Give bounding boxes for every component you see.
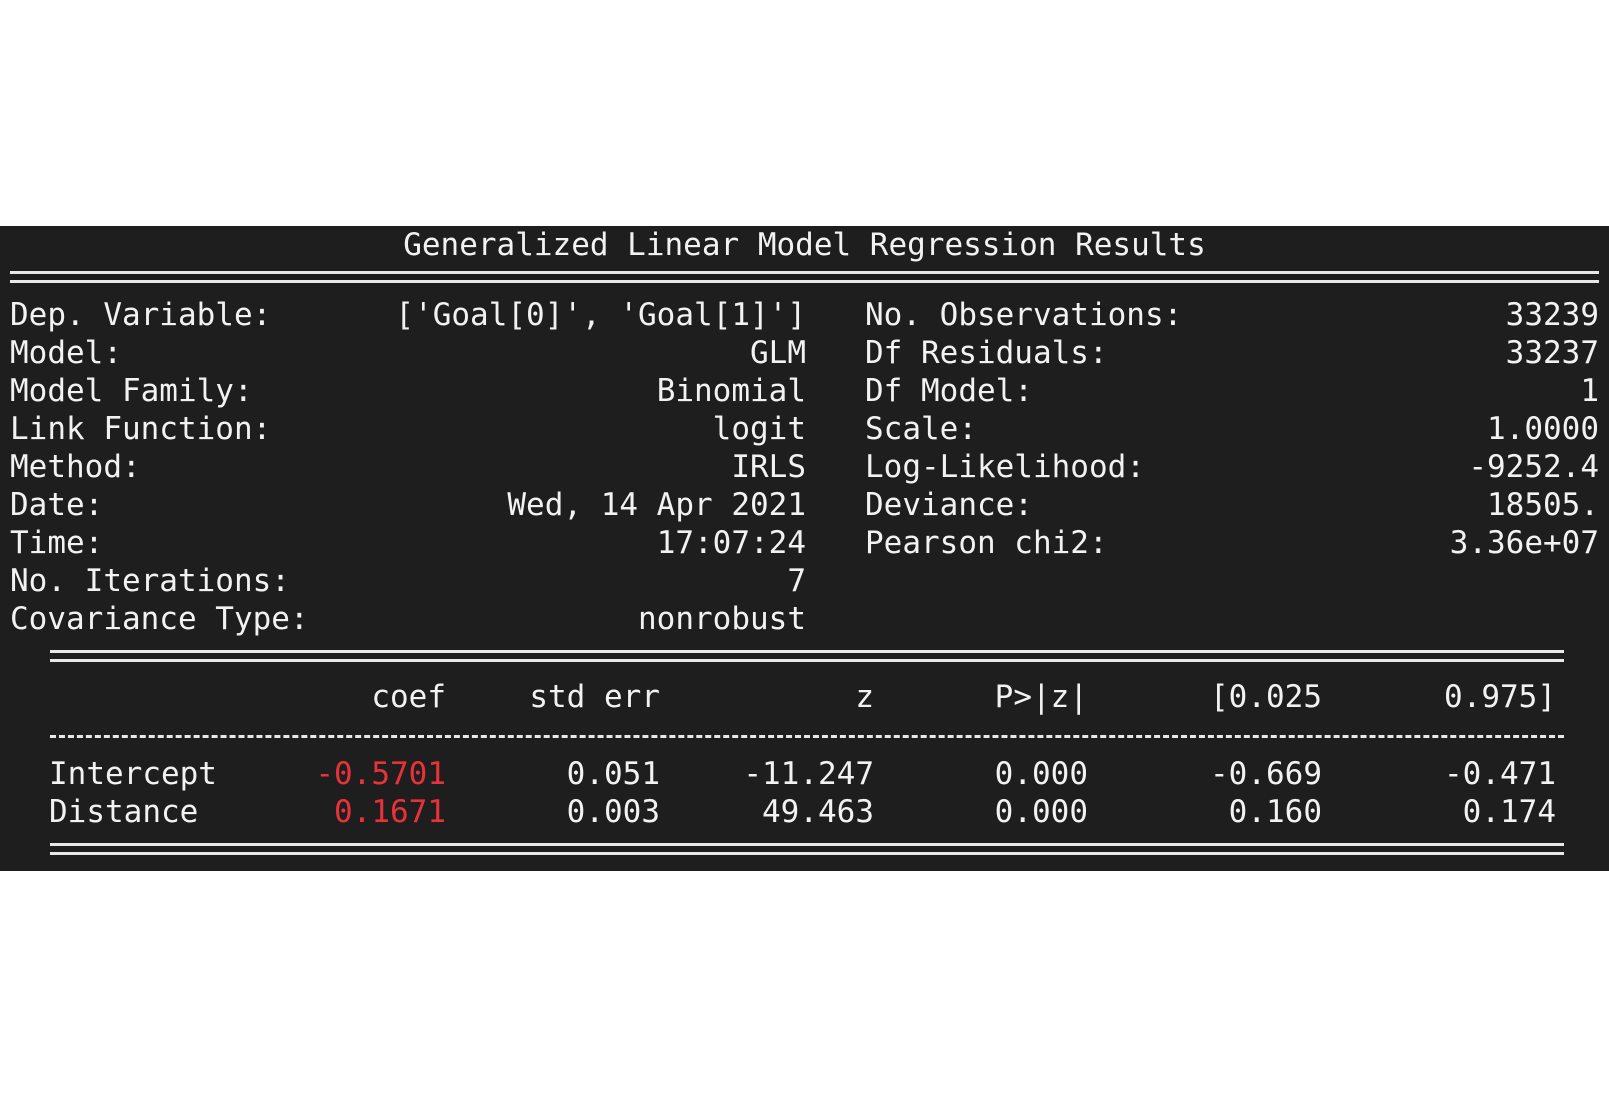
ci-low-value: -0.669 [1210, 756, 1322, 792]
p-value: 0.000 [994, 794, 1088, 830]
stat-label: Log-Likelihood: [865, 449, 1145, 485]
stat-value: nonrobust [638, 601, 806, 637]
stat-value: 33237 [1505, 335, 1599, 371]
double-rule-top [10, 271, 1599, 283]
stat-label: Deviance: [865, 487, 1033, 523]
coef-value: 0.1671 [334, 794, 446, 830]
table-row: Distance 0.1671 0.003 49.463 0.000 0.160… [10, 793, 1599, 831]
z-value: -11.247 [743, 756, 874, 792]
stat-row: Scale: 1.0000 [10, 410, 1599, 448]
stat-label: Scale: [865, 411, 977, 447]
stat-value: 1.0000 [1487, 411, 1599, 447]
stat-row: Pearson chi2: 3.36e+07 [10, 524, 1599, 562]
stat-row: No. Iterations: 7 [10, 562, 1599, 600]
stat-value: 7 [787, 563, 806, 599]
p-value: 0.000 [994, 756, 1088, 792]
stat-value: 1 [1580, 373, 1599, 409]
stat-row: Df Model: 1 [10, 372, 1599, 410]
header-p-value: P>|z| [994, 679, 1088, 715]
header-ci-high: 0.975] [1444, 679, 1556, 715]
stat-value: 33239 [1505, 297, 1599, 333]
double-rule-bottom [50, 843, 1564, 855]
stat-label: Df Model: [865, 373, 1033, 409]
header-z: z [855, 679, 874, 715]
stat-label: Pearson chi2: [865, 525, 1108, 561]
stat-row: Log-Likelihood: -9252.4 [10, 448, 1599, 486]
double-rule-mid [50, 650, 1564, 662]
coef-value: -0.5701 [315, 756, 446, 792]
row-name: Intercept [49, 756, 217, 792]
results-title: Generalized Linear Model Regression Resu… [403, 227, 1206, 263]
table-row: Intercept -0.5701 0.051 -11.247 0.000 -0… [10, 755, 1599, 793]
stat-row: Df Residuals: 33237 [10, 334, 1599, 372]
header-coef: coef [371, 679, 446, 715]
dashed-rule [50, 735, 1564, 738]
stat-label: Df Residuals: [865, 335, 1108, 371]
ci-high-value: -0.471 [1444, 756, 1556, 792]
stat-row: Deviance: 18505. [10, 486, 1599, 524]
stat-row: Covariance Type: nonrobust [10, 600, 1599, 638]
header-ci-low: [0.025 [1210, 679, 1322, 715]
stat-label: No. Observations: [865, 297, 1183, 333]
std-err-value: 0.051 [566, 756, 660, 792]
row-name: Distance [49, 794, 199, 830]
ci-high-value: 0.174 [1462, 794, 1556, 830]
terminal-output: Generalized Linear Model Regression Resu… [0, 226, 1609, 871]
ci-low-value: 0.160 [1228, 794, 1322, 830]
coef-table-header: coef std err z P>|z| [0.025 0.975] [10, 678, 1599, 716]
z-value: 49.463 [762, 794, 874, 830]
stat-row: No. Observations: 33239 [10, 296, 1599, 334]
stat-value: 18505. [1487, 487, 1599, 523]
header-std-err: std err [529, 679, 660, 715]
stat-value: -9252.4 [1468, 449, 1599, 485]
std-err-value: 0.003 [566, 794, 660, 830]
stat-value: 3.36e+07 [1449, 525, 1599, 561]
